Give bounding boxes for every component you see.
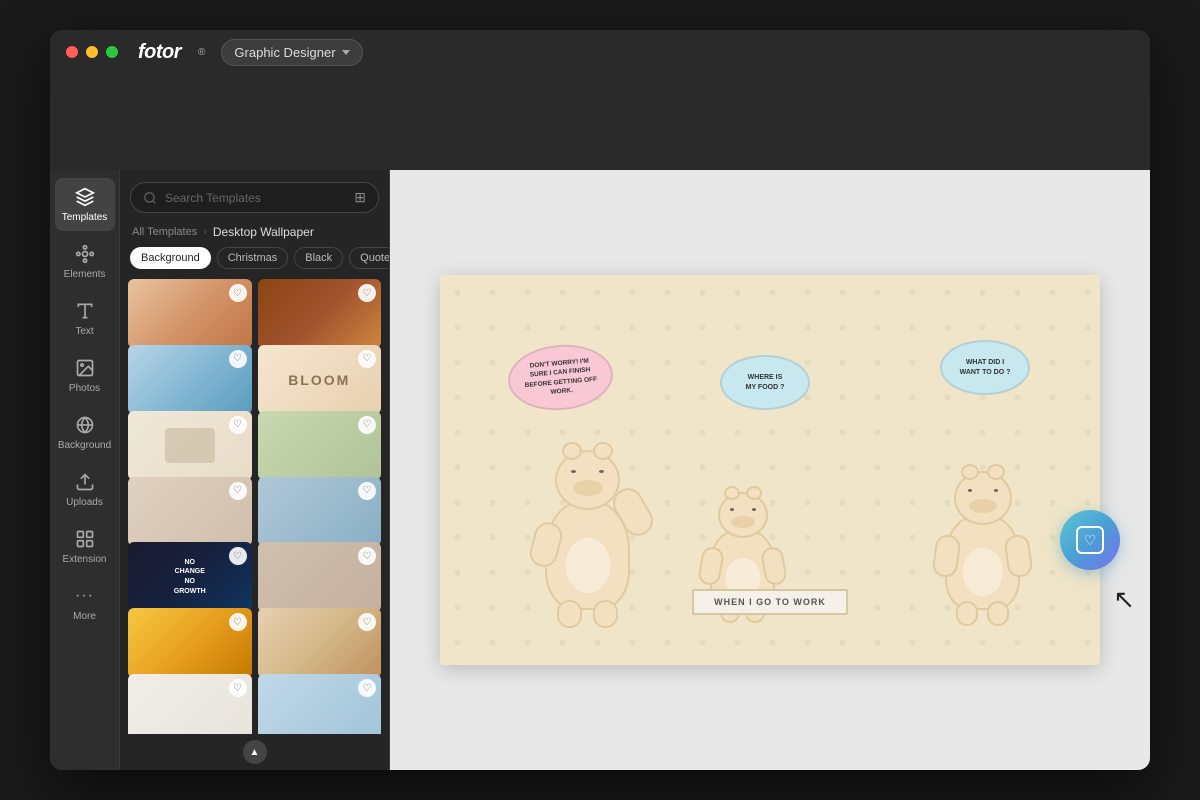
favorite-badge[interactable]: ♡: [229, 679, 247, 697]
favorite-badge[interactable]: ♡: [358, 284, 376, 302]
heart-icon: ♡: [1084, 532, 1097, 549]
template-item[interactable]: ♡: [258, 608, 382, 677]
photos-icon: [74, 357, 96, 379]
sidebar-item-extension[interactable]: Extension: [55, 520, 115, 573]
more-icon: ···: [74, 585, 96, 607]
template-item[interactable]: ♡: [258, 411, 382, 480]
bear-scene: DON'T WORRY! I'M SURE I CAN FINISH BEFOR…: [440, 275, 1100, 665]
sidebar-label-more: More: [73, 611, 96, 622]
minimize-button[interactable]: [86, 46, 98, 58]
favorite-badge[interactable]: ♡: [358, 613, 376, 631]
title-bar: fotor ® Graphic Designer: [50, 30, 1150, 74]
template-item[interactable]: ♡: [258, 477, 382, 546]
content-area: Templates Elements: [50, 170, 1150, 770]
upload-icon: [74, 471, 96, 493]
favorite-badge[interactable]: ♡: [358, 416, 376, 434]
template-item[interactable]: ♡: [128, 674, 252, 734]
fab-icon: ♡: [1076, 526, 1104, 554]
favorite-badge[interactable]: ♡: [229, 613, 247, 631]
cursor: ↖: [1113, 584, 1135, 615]
sidebar-label-photos: Photos: [69, 383, 100, 394]
favorite-badge[interactable]: ♡: [229, 482, 247, 500]
search-box: ⊞: [130, 182, 379, 213]
scroll-up-button[interactable]: ▲: [243, 740, 267, 764]
template-item[interactable]: ♡: [128, 608, 252, 677]
main-layout: Templates Elements: [50, 74, 1150, 770]
traffic-lights: [66, 46, 118, 58]
sidebar-label-templates: Templates: [62, 212, 108, 223]
template-item[interactable]: ♡: [128, 411, 252, 480]
template-item[interactable]: ♡ NOCHANGENOGROWTH: [128, 542, 252, 611]
template-grid: ♡ ♡ ♡ ♡ BLOOM: [120, 279, 389, 734]
tag-christmas[interactable]: Christmas: [217, 247, 289, 269]
extension-icon: [74, 528, 96, 550]
canvas-container[interactable]: DON'T WORRY! I'M SURE I CAN FINISH BEFOR…: [440, 275, 1100, 665]
tag-quote[interactable]: Quote»: [349, 247, 389, 269]
elements-icon: [74, 243, 96, 265]
app-logo: fotor: [138, 41, 181, 64]
sidebar-label-uploads: Uploads: [66, 497, 103, 508]
panel-search: ⊞: [120, 170, 389, 221]
background-icon: [74, 414, 96, 436]
layers-icon: [74, 186, 96, 208]
sidebar-icons: Templates Elements: [50, 170, 120, 770]
search-input[interactable]: [165, 191, 346, 205]
speech-bubble-2: WHERE ISMY FOOD ?: [720, 355, 810, 410]
maximize-button[interactable]: [106, 46, 118, 58]
filter-icon[interactable]: ⊞: [354, 189, 366, 206]
sidebar-label-text: Text: [75, 326, 93, 337]
fab-favorite-button[interactable]: ♡: [1060, 510, 1120, 570]
sidebar-item-uploads[interactable]: Uploads: [55, 463, 115, 516]
breadcrumb-separator: ›: [203, 226, 207, 238]
app-window: fotor ® Graphic Designer Templates: [50, 30, 1150, 770]
sidebar-label-elements: Elements: [64, 269, 106, 280]
favorite-badge[interactable]: ♡: [229, 416, 247, 434]
template-label: BLOOM: [288, 372, 350, 388]
sidebar-label-background: Background: [58, 440, 111, 451]
bear-1: [545, 500, 630, 610]
template-item[interactable]: ♡: [258, 674, 382, 734]
mode-selector[interactable]: Graphic Designer: [221, 39, 362, 66]
favorite-badge[interactable]: ♡: [358, 547, 376, 565]
template-item[interactable]: ♡: [128, 477, 252, 546]
breadcrumb-root[interactable]: All Templates: [132, 226, 197, 238]
sidebar-item-photos[interactable]: Photos: [55, 349, 115, 402]
tag-black[interactable]: Black: [294, 247, 343, 269]
favorite-badge[interactable]: ♡: [229, 547, 247, 565]
favorite-badge[interactable]: ♡: [229, 284, 247, 302]
sidebar-item-background[interactable]: Background: [55, 406, 115, 459]
template-item[interactable]: ♡: [258, 542, 382, 611]
tag-background[interactable]: Background: [130, 247, 211, 269]
favorite-badge[interactable]: ♡: [358, 482, 376, 500]
search-icon: [143, 191, 157, 205]
bear-3: [945, 515, 1020, 610]
favorite-badge[interactable]: ♡: [358, 679, 376, 697]
template-item[interactable]: ♡ BLOOM: [258, 345, 382, 414]
logo-sup: ®: [198, 47, 205, 58]
sidebar-item-text[interactable]: Text: [55, 292, 115, 345]
template-item[interactable]: ♡: [128, 345, 252, 414]
templates-panel: ⊞ All Templates › Desktop Wallpaper Back…: [120, 170, 390, 770]
favorite-badge[interactable]: ♡: [358, 350, 376, 368]
sidebar-item-templates[interactable]: Templates: [55, 178, 115, 231]
sidebar-item-elements[interactable]: Elements: [55, 235, 115, 288]
breadcrumb: All Templates › Desktop Wallpaper: [120, 221, 389, 247]
close-button[interactable]: [66, 46, 78, 58]
canvas-area: DON'T WORRY! I'M SURE I CAN FINISH BEFOR…: [390, 170, 1150, 770]
template-item[interactable]: ♡: [128, 279, 252, 348]
canvas-banner: WHEN I GO TO WORK: [692, 589, 848, 615]
text-icon: [74, 300, 96, 322]
breadcrumb-current: Desktop Wallpaper: [213, 225, 314, 239]
favorite-badge[interactable]: ♡: [229, 350, 247, 368]
sidebar-label-extension: Extension: [63, 554, 107, 565]
chevron-down-icon: [342, 50, 350, 55]
template-item[interactable]: ♡: [258, 279, 382, 348]
mode-label: Graphic Designer: [234, 45, 335, 60]
sidebar-item-more[interactable]: ··· More: [55, 577, 115, 630]
filter-tags: Background Christmas Black Quote»: [120, 247, 389, 279]
speech-bubble-3: WHAT DID IWANT TO DO ?: [940, 340, 1030, 395]
